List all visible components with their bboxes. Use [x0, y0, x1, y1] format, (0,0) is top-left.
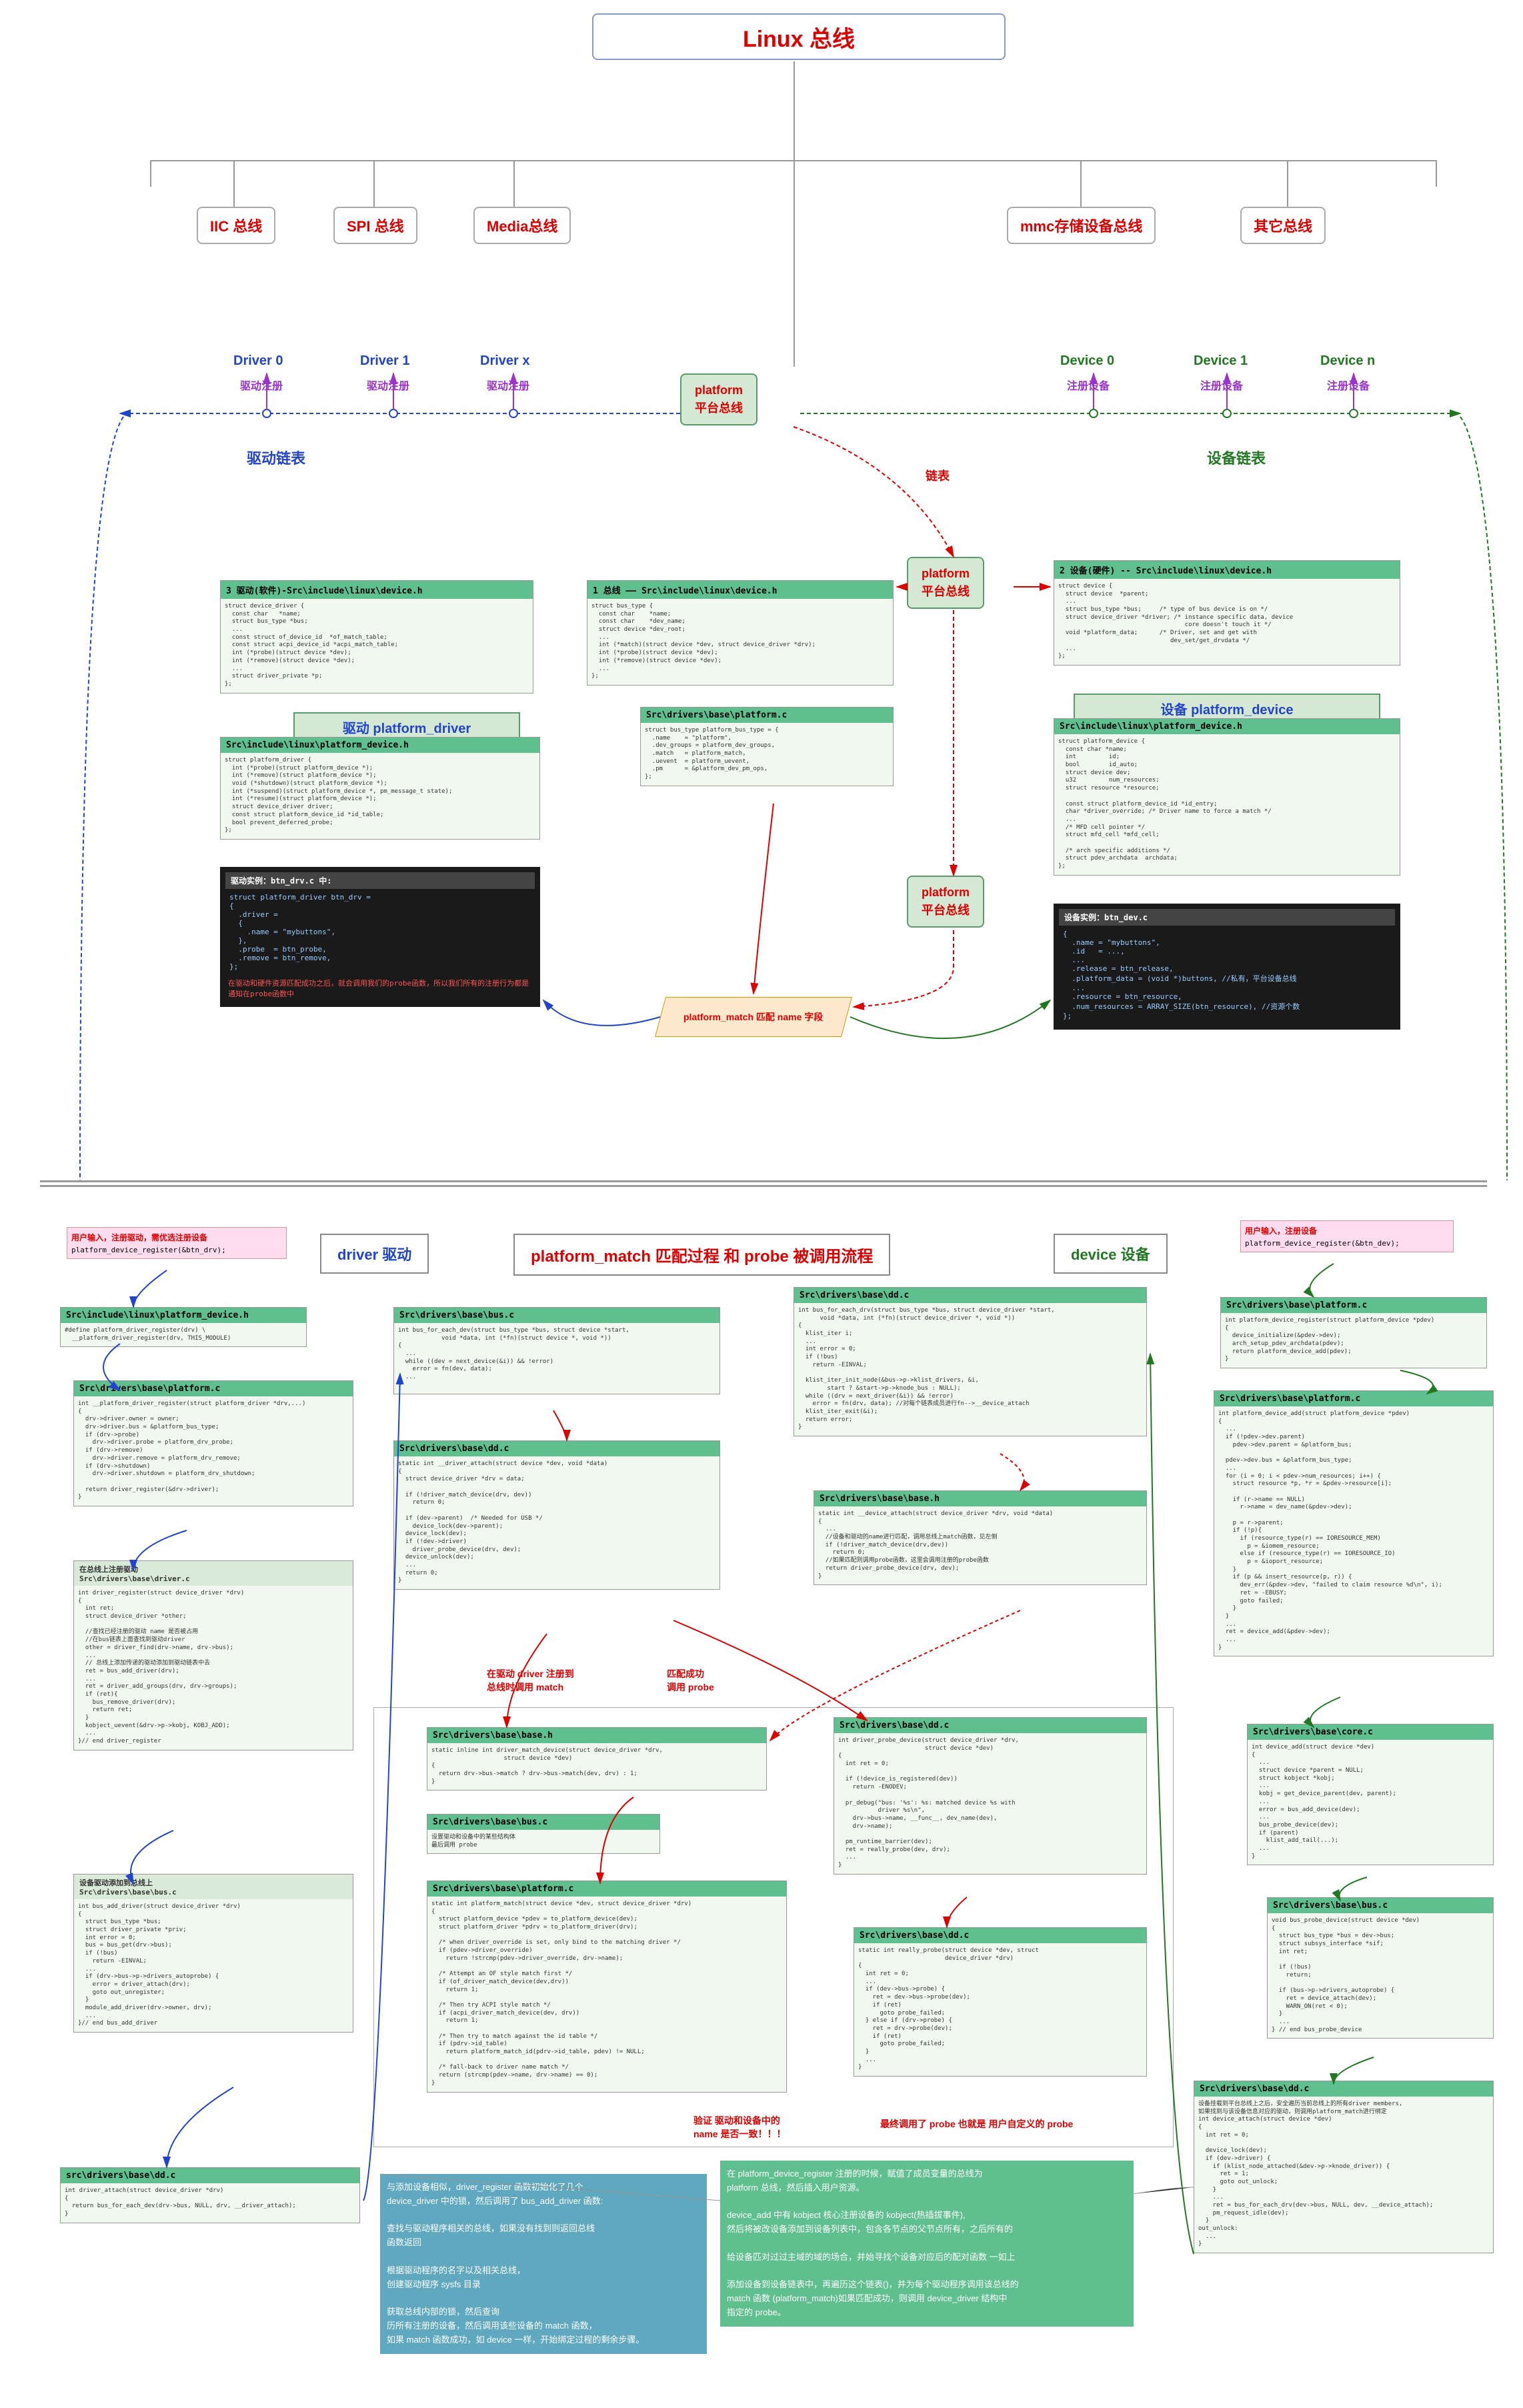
section-device: device 设备 — [1054, 1234, 1168, 1274]
bus-media: Media总线 — [473, 207, 571, 244]
code-box-bus: 1 总线 —— Src\include\linux\device.h struc… — [587, 580, 894, 686]
cb-bus-c3: Src\drivers\base\bus.c void bus_probe_de… — [1267, 1897, 1494, 2039]
platform-box-1: platform平台总线 — [680, 373, 757, 425]
cb-dd-c3: Src\drivers\base\dd.c 设备挂载到平台总线上之后，安全遍历当… — [1194, 2081, 1494, 2253]
match-container — [373, 1707, 1174, 2147]
cb-pf-reg: Src\drivers\base\platform.c int __platfo… — [73, 1380, 353, 1506]
title: Linux 总线 — [743, 21, 855, 53]
bus-mmc: mmc存储设备总线 — [1007, 207, 1156, 244]
note-green: 在 platform_device_register 注册的时候，赋值了成员变量… — [720, 2161, 1134, 2327]
link-label: 链表 — [926, 467, 950, 484]
cb-core: Src\drivers\base\core.c int device_add(s… — [1247, 1724, 1494, 1865]
match-diamond: platform_match 匹配 name 字段 — [655, 997, 852, 1037]
code-platform-driver: Src\include\linux\platform_device.h stru… — [220, 737, 540, 840]
user-input-driver: 用户输入，注册驱动，需优选注册设备 platform_device_regist… — [67, 1227, 287, 1259]
section-match: platform_match 匹配过程 和 probe 被调用流程 — [513, 1234, 890, 1276]
cb-pf-reg2: Src\drivers\base\platform.c int platform… — [1220, 1297, 1487, 1368]
code-platform-c: Src\drivers\base\platform.c struct bus_t… — [640, 707, 894, 786]
bus-other: 其它总线 — [1240, 207, 1326, 244]
driver-instance: 驱动实例：btn_drv.c 中: struct platform_driver… — [220, 867, 540, 1007]
anno-driver-reg: 在驱动 driver 注册到 总线时调用 match — [487, 1667, 574, 1694]
cb-bus-add-drv: 设备驱动添加到总线上 Src\drivers\base\bus.c int bu… — [73, 1874, 353, 2033]
anno-match-ok: 匹配成功 调用 probe — [667, 1667, 714, 1694]
device-0: Device 0 — [1060, 353, 1114, 369]
device-list-label: 设备链表 — [1207, 447, 1266, 468]
driver-list-label: 驱动链表 — [247, 447, 305, 468]
driver-1: Driver 1 — [360, 353, 410, 369]
note-blue: 与添加设备相似，driver_register 函数初始化了几个 device_… — [380, 2174, 707, 2354]
cb-drv-c: 在总线上注册驱动 Src\drivers\base\driver.c int d… — [73, 1560, 353, 1750]
code-box-driver-h: 3 驱动(软件)-Src\include\linux\device.h stru… — [220, 580, 533, 694]
cb-dd-c: Src\drivers\base\dd.c int bus_for_each_d… — [794, 1287, 1147, 1436]
title-box: Linux 总线 — [592, 13, 1006, 60]
section-divider — [40, 1180, 1487, 1187]
user-input-device: 用户输入，注册设备 platform_device_register(&btn_… — [1240, 1220, 1454, 1252]
code-box-device: 2 设备(硬件) -- Src\include\linux\device.h s… — [1054, 560, 1400, 666]
cb-bus-each: Src\drivers\base\bus.c int bus_for_each_… — [393, 1307, 720, 1394]
bus-iic: IIC 总线 — [197, 207, 275, 244]
code-platform-device: Src\include\linux\platform_device.h stru… — [1054, 718, 1400, 876]
bus-spi: SPI 总线 — [333, 207, 417, 244]
device-n: Device n — [1320, 353, 1375, 369]
driver-x: Driver x — [480, 353, 530, 369]
device-1: Device 1 — [1194, 353, 1248, 369]
cb-drv-att: Src\drivers\base\dd.c static int __drive… — [393, 1440, 720, 1590]
tree-trunk — [794, 61, 795, 161]
section-driver: driver 驱动 — [320, 1234, 429, 1274]
cb-pf-add: Src\drivers\base\platform.c int platform… — [1214, 1390, 1494, 1656]
platform-box-2: platform平台总线 — [907, 557, 984, 609]
platform-box-3: platform平台总线 — [907, 876, 984, 928]
cb-dd-attach: src\drivers\base\dd.c int driver_attach(… — [60, 2167, 360, 2223]
cb-pd-h: Src\include\linux\platform_device.h #def… — [60, 1307, 307, 1347]
device-instance: 设备实例：btn_dev.c { .name = "mybuttons", .i… — [1054, 904, 1400, 1030]
driver-0: Driver 0 — [233, 353, 283, 369]
cb-base-h: Src\drivers\base\base.h static int __dev… — [814, 1490, 1147, 1585]
